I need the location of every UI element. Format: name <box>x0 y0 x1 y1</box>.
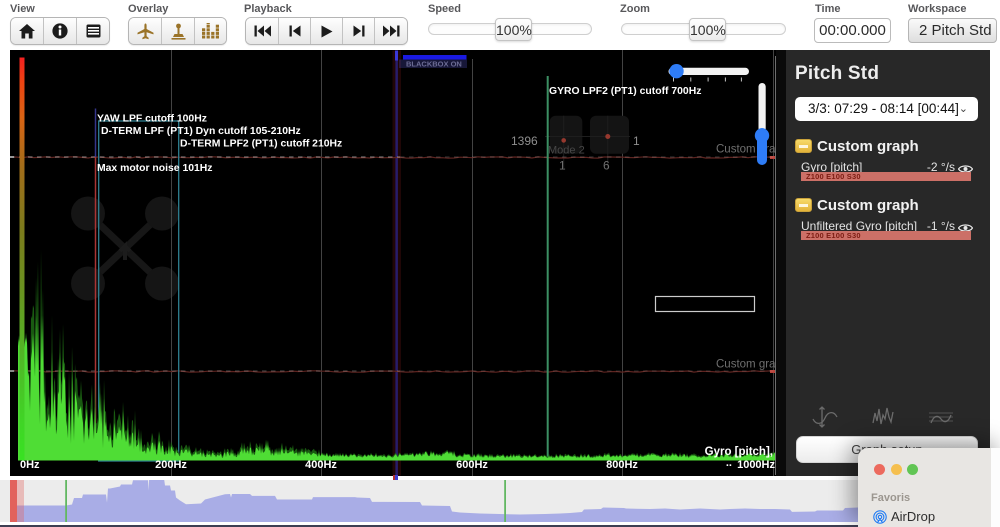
svg-text:200Hz: 200Hz <box>155 459 187 471</box>
svg-text:800Hz: 800Hz <box>606 459 638 471</box>
svg-text:Custom graph: Custom graph <box>716 358 784 370</box>
svg-text:D-TERM LPF (PT1) Dyn cutoff 10: D-TERM LPF (PT1) Dyn cutoff 105-210Hz <box>101 126 301 137</box>
svg-text:1: 1 <box>559 158 566 172</box>
svg-text:GYRO LPF2 (PT1) cutoff 700Hz: GYRO LPF2 (PT1) cutoff 700Hz <box>549 86 701 97</box>
svg-text:Custom graph: Custom graph <box>716 143 784 155</box>
svg-text:BLACKBOX ON: BLACKBOX ON <box>406 59 462 68</box>
svg-text:600Hz: 600Hz <box>456 459 488 471</box>
svg-text:Mode 2: Mode 2 <box>548 144 585 156</box>
svg-text:400Hz: 400Hz <box>305 459 337 471</box>
svg-text:Gyro [pitch],: Gyro [pitch], <box>705 446 773 458</box>
svg-text:0Hz: 0Hz <box>20 459 40 471</box>
svg-text:1396: 1396 <box>511 134 538 148</box>
svg-text:1: 1 <box>633 134 640 148</box>
svg-text:..: .. <box>726 457 732 469</box>
svg-text:Max motor noise 101Hz: Max motor noise 101Hz <box>97 163 212 174</box>
svg-text:YAW LPF cutoff 100Hz: YAW LPF cutoff 100Hz <box>97 113 207 124</box>
svg-text:D-TERM LPF2 (PT1) cutoff 210Hz: D-TERM LPF2 (PT1) cutoff 210Hz <box>180 138 342 149</box>
svg-text:1000Hz: 1000Hz <box>737 459 775 471</box>
svg-text:6: 6 <box>603 158 610 172</box>
